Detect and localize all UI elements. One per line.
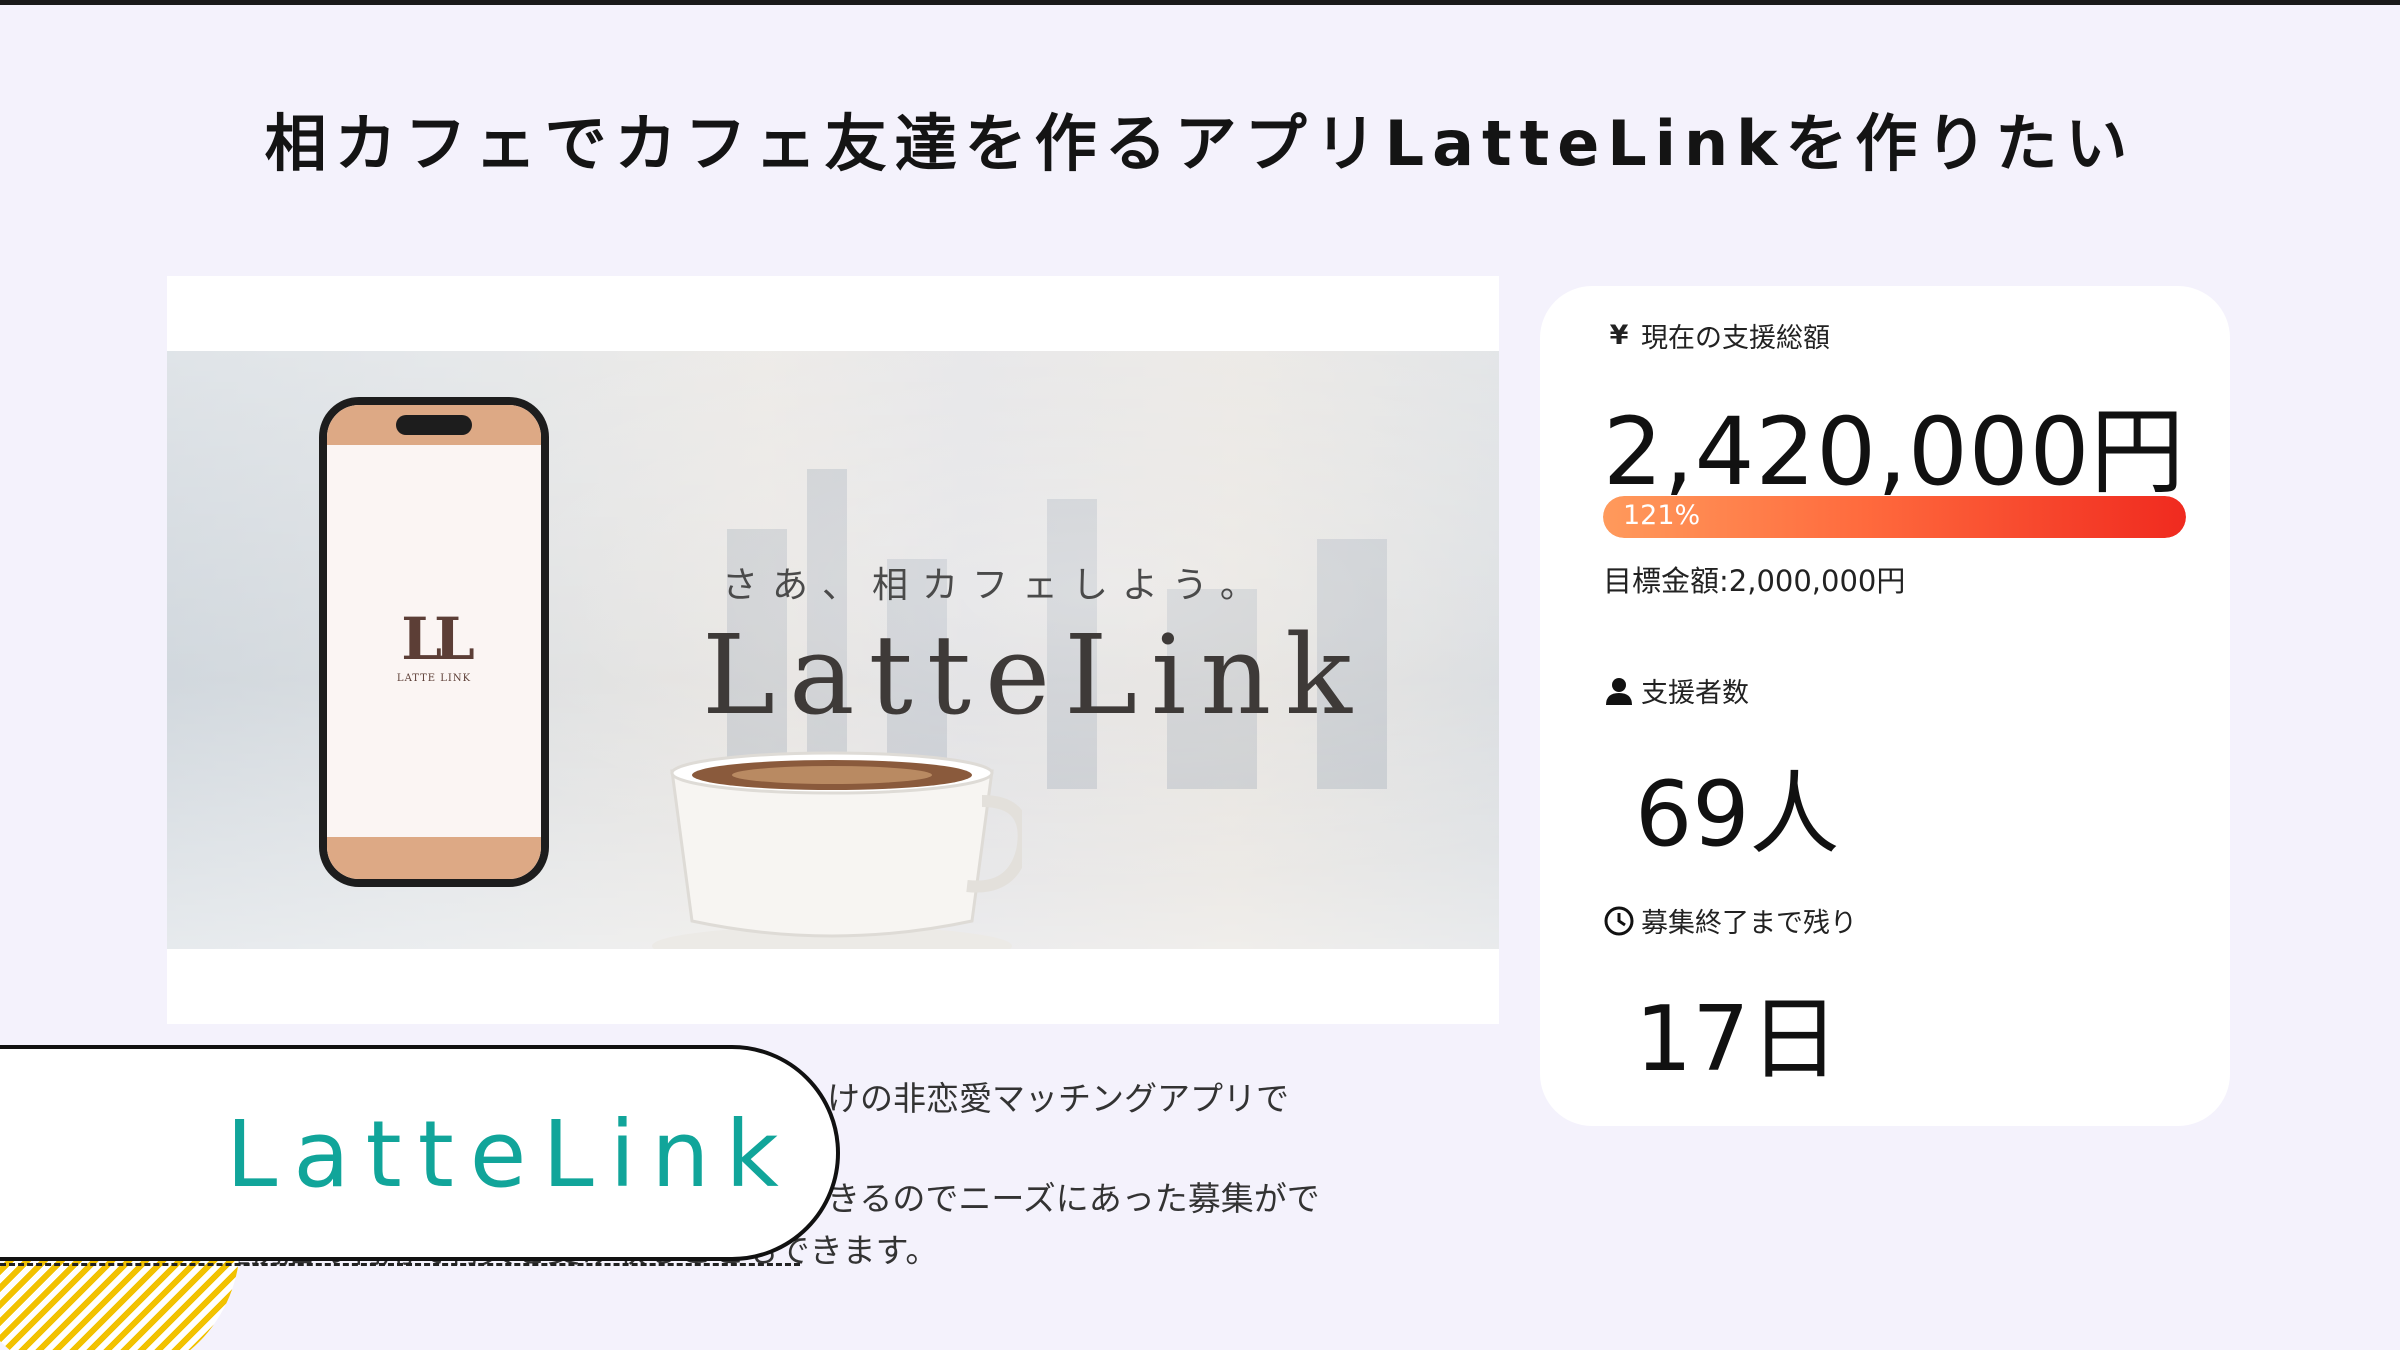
hero-image: LL LATTE LINK さあ、相カフェしよう。 LatteLink	[167, 276, 1499, 1024]
app-logo: LL	[401, 605, 475, 673]
hero-tagline: さあ、相カフェしよう。	[722, 565, 1270, 606]
remaining-label-text: 募集終了まで残り	[1641, 908, 1857, 939]
amount-label-text: 現在の支援総額	[1641, 323, 1830, 354]
remaining-value: 17日	[1635, 987, 1840, 1092]
clock-icon	[1604, 906, 1634, 935]
progress-bar: 121%	[1603, 496, 2186, 538]
phone-band-bottom	[327, 837, 541, 879]
coffee-cup-icon	[652, 751, 1022, 949]
phone-mockup: LL LATTE LINK	[319, 397, 549, 887]
app-logo-caption: LATTE LINK	[396, 673, 472, 684]
goal-amount: 目標金額:2,000,000円	[1603, 564, 1906, 598]
amount-label: ¥ 現在の支援総額	[1603, 316, 1830, 355]
phone-screen: LL LATTE LINK	[327, 405, 541, 879]
stats-card: ¥ 現在の支援総額 2,420,000円 121% 目標金額:2,000,000…	[1540, 286, 2230, 1126]
amount-value: 2,420,000円	[1603, 398, 2186, 507]
hero-photo: LL LATTE LINK さあ、相カフェしよう。 LatteLink	[167, 351, 1499, 949]
dashed-divider	[0, 1263, 800, 1266]
brand-badge-text: LatteLink	[226, 1101, 795, 1208]
page-title: 相カフェでカフェ友達を作るアプリLatteLinkを作りたい	[264, 107, 2136, 180]
progress-percent: 121%	[1623, 500, 1701, 531]
hero-brand: LatteLink	[702, 611, 1366, 739]
supporters-label-text: 支援者数	[1641, 678, 1749, 709]
phone-notch	[396, 415, 472, 435]
slide-frame: 相カフェでカフェ友達を作るアプリLatteLinkを作りたい LL LATTE …	[0, 0, 2400, 1350]
remaining-label: 募集終了まで残り	[1603, 901, 1857, 940]
supporters-value: 69人	[1635, 762, 1840, 867]
supporters-label: 支援者数	[1603, 671, 1749, 710]
brand-badge: LatteLink	[0, 1045, 840, 1261]
yen-icon: ¥	[1609, 319, 1629, 351]
person-icon	[1606, 677, 1632, 705]
